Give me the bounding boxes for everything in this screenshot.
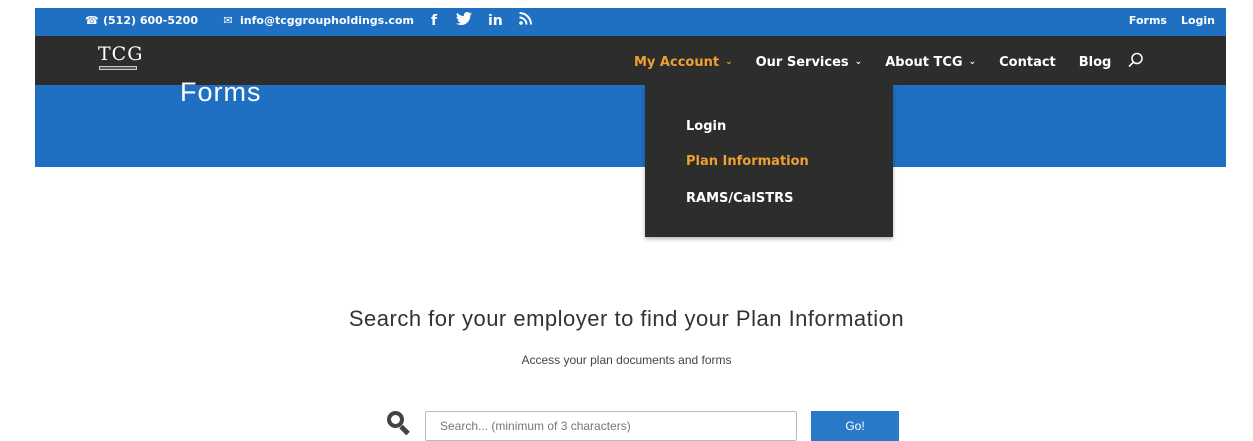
mail-icon: ✉ <box>223 14 233 27</box>
nav-item-contact[interactable]: Contact <box>999 55 1056 70</box>
page-hero: Forms <box>35 77 1226 167</box>
page: ☎ (512) 600-5200 ✉ info@tcggroupholdings… <box>0 0 1253 441</box>
rss-icon[interactable] <box>518 12 532 31</box>
nav-menu: My Account ⌄ Our Services ⌄ About TCG ⌄ … <box>634 52 1144 72</box>
top-links: Forms Login <box>1129 14 1215 27</box>
contact-info: ☎ (512) 600-5200 ✉ info@tcggroupholdings… <box>85 14 414 27</box>
nav-item-blog[interactable]: Blog <box>1079 55 1112 70</box>
page-title: Forms <box>180 77 262 107</box>
linkedin-icon[interactable]: in <box>488 12 503 31</box>
dropdown-item-login[interactable]: Login <box>686 119 726 134</box>
tcg-logo[interactable]: TCG <box>98 43 144 70</box>
magnifier-icon <box>387 411 411 436</box>
nav-label: Contact <box>999 54 1056 70</box>
my-account-dropdown: Login Plan Information RAMS/CalSTRS <box>645 85 893 237</box>
nav-item-my-account[interactable]: My Account ⌄ <box>634 55 733 70</box>
search-icon[interactable] <box>1128 52 1144 72</box>
employer-search-input[interactable]: Search... (minimum of 3 characters) <box>425 411 797 441</box>
chevron-down-icon: ⌄ <box>854 57 863 67</box>
email-link[interactable]: info@tcggroupholdings.com <box>240 14 414 27</box>
phone-number[interactable]: (512) 600-5200 <box>103 14 198 27</box>
nav-item-about-tcg[interactable]: About TCG ⌄ <box>885 55 976 70</box>
logo-letters: TCG <box>98 43 144 65</box>
twitter-icon[interactable] <box>456 12 472 31</box>
nav-label: Our Services <box>755 54 849 70</box>
chevron-down-icon: ⌄ <box>968 57 977 67</box>
login-link[interactable]: Login <box>1181 14 1215 27</box>
nav-item-our-services[interactable]: Our Services ⌄ <box>756 55 863 70</box>
chevron-down-icon: ⌄ <box>725 57 733 67</box>
social-links: f in <box>428 12 532 31</box>
nav-label: About TCG <box>885 54 963 70</box>
go-button[interactable]: Go! <box>811 411 899 441</box>
facebook-icon[interactable]: f <box>428 12 440 31</box>
dropdown-item-plan-information[interactable]: Plan Information <box>686 154 809 169</box>
phone-icon: ☎ <box>85 14 99 27</box>
logo-subtext-bar <box>99 66 137 70</box>
search-headline: Search for your employer to find your Pl… <box>348 306 905 331</box>
nav-label: Blog <box>1078 54 1112 70</box>
search-subline: Access your plan documents and forms <box>521 353 732 367</box>
forms-link[interactable]: Forms <box>1129 14 1167 27</box>
top-info-bar: ☎ (512) 600-5200 ✉ info@tcggroupholdings… <box>35 8 1226 36</box>
employer-search: Search... (minimum of 3 characters) Go! <box>0 410 1253 441</box>
nav-label: My Account <box>634 54 720 70</box>
dropdown-item-rams-calstrs[interactable]: RAMS/CalSTRS <box>686 191 794 206</box>
